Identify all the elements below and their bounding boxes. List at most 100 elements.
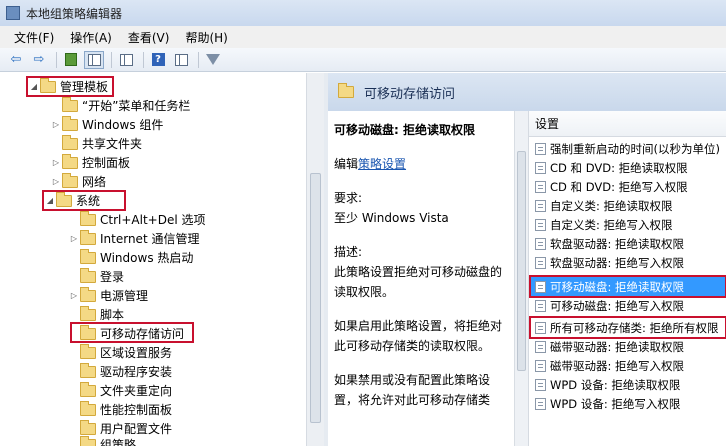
policy-detail-panel: 可移动磁盘: 拒绝读取权限 编辑策略设置 要求: 至少 Windows Vista… (328, 111, 518, 446)
menu-help[interactable]: 帮助(H) (177, 29, 235, 46)
tree-item-locale-services[interactable]: 区域设置服务 (68, 343, 172, 362)
setting-label: CD 和 DVD: 拒绝读取权限 (550, 160, 688, 175)
requirements: 要求: 至少 Windows Vista (334, 188, 512, 228)
setting-row[interactable]: CD 和 DVD: 拒绝读取权限 (529, 158, 726, 177)
folder-icon (80, 435, 96, 446)
right-pane-title: 可移动存储访问 (364, 86, 456, 102)
menu-file[interactable]: 文件(F) (6, 29, 62, 46)
setting-row[interactable]: 软盘驱动器: 拒绝写入权限 (529, 253, 726, 272)
filter-button[interactable] (203, 51, 223, 69)
tree-item-label: 网络 (82, 175, 107, 189)
setting-row[interactable]: 自定义类: 拒绝读取权限 (529, 196, 726, 215)
help-icon: ? (151, 53, 165, 66)
setting-row[interactable]: 磁带驱动器: 拒绝写入权限 (529, 356, 726, 375)
tree-item-label: 性能控制面板 (100, 403, 173, 417)
folder-icon (80, 400, 96, 416)
setting-row[interactable]: CD 和 DVD: 拒绝写入权限 (529, 177, 726, 196)
tree-item-control-panel[interactable]: ▷ 控制面板 (50, 153, 130, 172)
tree-item-label: 脚本 (100, 308, 125, 322)
forward-icon[interactable]: ⇨ (29, 51, 49, 69)
requirements-value: 至少 Windows Vista (334, 211, 449, 225)
tree-item-performance-cp[interactable]: 性能控制面板 (68, 400, 172, 419)
folder-icon (62, 153, 78, 169)
setting-label: 磁带驱动器: 拒绝读取权限 (550, 339, 685, 354)
policy-setting-icon (535, 161, 546, 174)
setting-row[interactable]: 软盘驱动器: 拒绝读取权限 (529, 234, 726, 253)
tree-pane-icon (87, 53, 101, 66)
tree-scrollbar[interactable] (306, 73, 324, 446)
detail-scrollbar[interactable] (514, 111, 528, 446)
expand-arrow-icon[interactable]: ▷ (68, 234, 80, 243)
show-hide-tree-button[interactable] (84, 50, 104, 69)
setting-row[interactable]: 自定义类: 拒绝写入权限 (529, 215, 726, 234)
policy-setting-icon (535, 378, 546, 391)
tree-item-label: Ctrl+Alt+Del 选项 (100, 213, 206, 227)
detail-scrollbar-thumb[interactable] (517, 151, 526, 371)
tree-item-label: Windows 热启动 (100, 251, 194, 265)
title-bar: 本地组策略编辑器 (0, 0, 726, 26)
folder-icon (80, 419, 96, 435)
tree-item-windows-components[interactable]: ▷ Windows 组件 (50, 115, 163, 134)
setting-label: WPD 设备: 拒绝写入权限 (550, 396, 681, 411)
tree-item-logon[interactable]: 登录 (68, 267, 124, 286)
tree-item-group-policy[interactable]: 组策略 (68, 435, 136, 446)
policy-title: 可移动磁盘: 拒绝读取权限 (334, 123, 475, 137)
help-button[interactable]: ? (148, 51, 168, 69)
description-text-3: 如果禁用或没有配置此策略设置，将允许对此可移动存储类 (334, 373, 491, 407)
tree-item-label: 组策略 (100, 438, 137, 446)
setting-row[interactable]: WPD 设备: 拒绝写入权限 (529, 394, 726, 413)
setting-label: 自定义类: 拒绝读取权限 (550, 198, 673, 213)
tree-item-label: 文件夹重定向 (100, 384, 173, 398)
expand-arrow-icon[interactable]: ▷ (68, 291, 80, 300)
up-folder-button[interactable] (61, 51, 81, 69)
annotation-box-system (42, 190, 126, 211)
tree-item-label: 登录 (100, 270, 125, 284)
tree-item-windows-hot-start[interactable]: Windows 热启动 (68, 248, 193, 267)
folder-icon (80, 381, 96, 397)
folder-icon (62, 172, 78, 188)
setting-row[interactable]: 强制重新启动的时间(以秒为单位) (529, 139, 726, 158)
tree-item-power-management[interactable]: ▷ 电源管理 (68, 286, 148, 305)
expand-arrow-icon[interactable]: ▷ (50, 158, 62, 167)
tree-item-shared-folders[interactable]: 共享文件夹 (50, 134, 142, 153)
expand-arrow-icon[interactable]: ▷ (50, 120, 62, 129)
tree-item-ctrl-alt-del[interactable]: Ctrl+Alt+Del 选项 (68, 210, 205, 229)
tree-item-folder-redirection[interactable]: 文件夹重定向 (68, 381, 172, 400)
setting-row[interactable]: 磁带驱动器: 拒绝读取权限 (529, 337, 726, 356)
export-list-button[interactable] (116, 51, 136, 69)
policy-setting-icon (535, 199, 546, 212)
setting-label: 强制重新启动的时间(以秒为单位) (550, 141, 720, 156)
filter-icon (206, 54, 220, 65)
properties-button[interactable] (171, 51, 191, 69)
menu-action[interactable]: 操作(A) (62, 29, 120, 46)
setting-row[interactable]: WPD 设备: 拒绝读取权限 (529, 375, 726, 394)
tree-scrollbar-thumb[interactable] (310, 173, 321, 423)
tree-item-internet-comm[interactable]: ▷ Internet 通信管理 (68, 229, 199, 248)
menu-view[interactable]: 查看(V) (120, 29, 178, 46)
settings-column-header[interactable]: 设置 (529, 111, 726, 137)
tree-item-label: Internet 通信管理 (100, 232, 200, 246)
tree-item-label: 区域设置服务 (100, 346, 173, 360)
setting-row[interactable]: 可移动磁盘: 拒绝写入权限 (529, 296, 726, 315)
edit-line: 编辑策略设置 (334, 154, 512, 174)
policy-setting-icon (535, 397, 546, 410)
folder-icon (80, 210, 96, 226)
tree-item-label: “开始”菜单和任务栏 (82, 99, 191, 113)
tree-item-driver-install[interactable]: 驱动程序安装 (68, 362, 172, 381)
group-policy-editor-window: 本地组策略编辑器 文件(F) 操作(A) 查看(V) 帮助(H) ⇦ ⇨ ? ◢… (0, 0, 726, 446)
annotation-box-removable-storage (70, 322, 194, 343)
description-text-2: 如果启用此策略设置，将拒绝对此可移动存储类的读取权限。 (334, 319, 503, 353)
edit-policy-link[interactable]: 策略设置 (358, 157, 406, 171)
annotation-box-all-removable (529, 316, 726, 339)
expand-arrow-icon[interactable]: ▷ (50, 177, 62, 186)
properties-icon (174, 53, 188, 66)
tree-item-network[interactable]: ▷ 网络 (50, 172, 106, 191)
menu-bar: 文件(F) 操作(A) 查看(V) 帮助(H) (0, 26, 726, 48)
folder-icon (80, 305, 96, 321)
tree-item-start-menu[interactable]: “开始”菜单和任务栏 (50, 96, 190, 115)
back-icon[interactable]: ⇦ (6, 51, 26, 69)
description-label: 描述: (334, 245, 363, 259)
description-text-1: 此策略设置拒绝对可移动磁盘的读取权限。 (334, 265, 503, 299)
setting-label: 自定义类: 拒绝写入权限 (550, 217, 673, 232)
edit-prefix: 编辑 (334, 157, 359, 171)
